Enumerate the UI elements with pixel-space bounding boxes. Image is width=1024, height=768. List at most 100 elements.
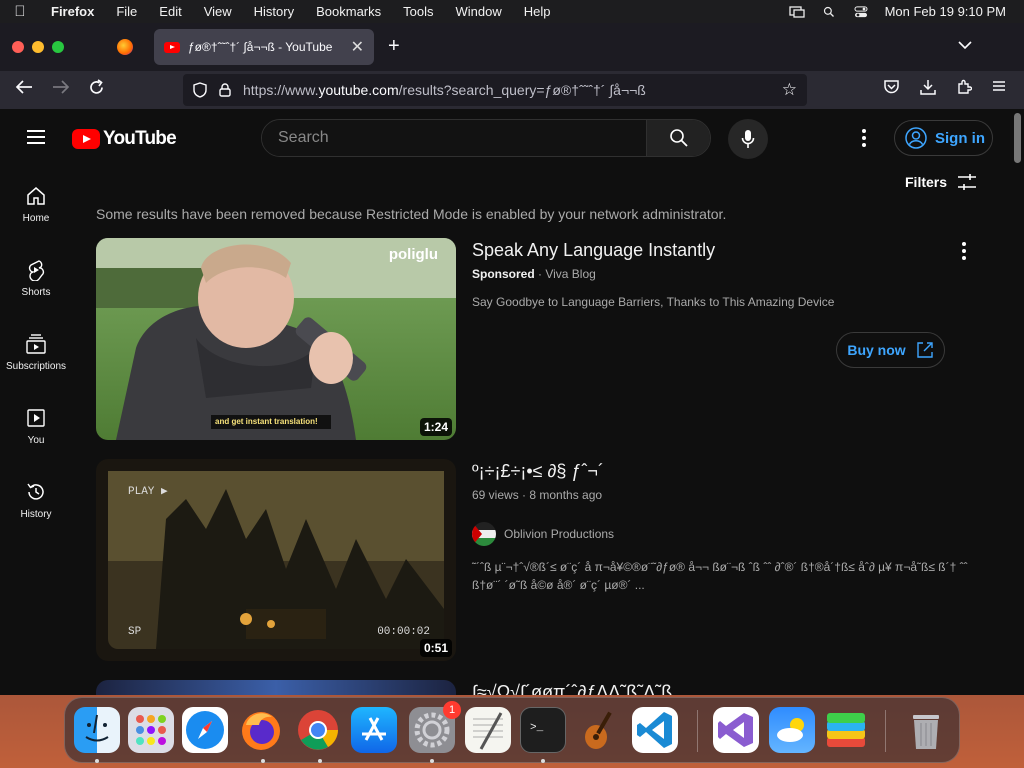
youtube-header: YouTube Sign in (0, 109, 1024, 167)
restricted-mode-notice: Some results have been removed because R… (96, 206, 727, 222)
bluestacks-icon[interactable] (823, 707, 869, 753)
system-settings-icon[interactable]: 1 (409, 701, 461, 753)
sidebar-item-subscriptions[interactable]: Subscriptions (0, 315, 72, 389)
sign-in-button[interactable]: Sign in (894, 120, 993, 156)
settings-more-icon[interactable] (862, 129, 868, 150)
firefox-icon[interactable] (238, 707, 284, 753)
chrome-icon[interactable] (295, 707, 341, 753)
sidebar-item-you[interactable]: You (0, 389, 72, 463)
result-meta: Speak Any Language Instantly Sponsored ·… (472, 238, 972, 311)
forward-icon[interactable] (52, 79, 70, 100)
sidebar-item-history[interactable]: History (0, 463, 72, 537)
address-bar[interactable]: https://www.youtube.com/results?search_q… (183, 74, 807, 106)
textedit-icon[interactable] (465, 707, 511, 753)
downloads-icon[interactable] (920, 79, 936, 100)
new-tab-icon[interactable]: + (388, 35, 400, 58)
safari-icon[interactable] (182, 707, 228, 753)
youtube-favicon-icon (164, 41, 180, 53)
list-all-tabs-icon[interactable] (958, 37, 972, 53)
app-menu-icon[interactable] (992, 79, 1006, 97)
menu-view[interactable]: View (193, 4, 243, 19)
sign-in-label: Sign in (935, 129, 985, 147)
screen-mirroring-icon[interactable] (788, 5, 805, 18)
menu-edit[interactable]: Edit (148, 4, 192, 19)
sidebar-label: Subscriptions (5, 360, 67, 372)
thumbnail-brand-text: poliglu (388, 246, 438, 263)
channel-name[interactable]: Viva Blog (545, 267, 595, 281)
zoom-window-button[interactable] (52, 41, 64, 53)
menu-tools[interactable]: Tools (392, 4, 444, 19)
home-icon (27, 186, 45, 205)
sidebar-label: History (20, 508, 52, 520)
menu-bookmarks[interactable]: Bookmarks (305, 4, 392, 19)
minimize-window-button[interactable] (32, 41, 44, 53)
menu-help[interactable]: Help (513, 4, 562, 19)
bookmark-star-icon[interactable]: ☆ (782, 80, 797, 100)
mini-guide: Home Shorts Subscriptions You History (0, 167, 72, 537)
video-thumbnail[interactable]: PLAY ▶ SP 00:00:02 0:51 (96, 459, 456, 661)
account-icon (905, 127, 927, 149)
visual-studio-icon[interactable] (713, 707, 759, 753)
video-duration: 1:24 (419, 418, 452, 436)
buy-now-button[interactable]: Buy now (836, 332, 945, 368)
menu-history[interactable]: History (243, 4, 305, 19)
result-meta: ∫≈√Ω√∫´øøπ´ˆ∂ƒΛΛ˜ß˜Λ˜ß (472, 680, 972, 695)
video-thumbnail[interactable]: poliglu and get instant translation! 1:2… (96, 238, 456, 440)
search-button[interactable] (646, 120, 710, 156)
vhs-play-text: PLAY ▶ (128, 486, 168, 498)
control-center-icon[interactable] (853, 5, 869, 18)
channel-row[interactable]: Oblivion Productions (472, 522, 972, 546)
garageband-icon[interactable] (576, 707, 622, 753)
voice-search-button[interactable] (728, 119, 768, 159)
vscode-icon[interactable] (632, 707, 678, 753)
search-box (261, 119, 711, 157)
macos-dock: 1 >_ (64, 697, 960, 763)
url-text[interactable]: https://www.youtube.com/results?search_q… (243, 82, 646, 98)
ad-action-menu-icon[interactable] (962, 242, 968, 263)
tab-youtube[interactable]: ƒø®†ˆ˜ˆ†´ ∫å¬¬ß - YouTube ✕ (154, 29, 374, 65)
menu-file[interactable]: File (105, 4, 148, 19)
search-result-ad: poliglu and get instant translation! 1:2… (96, 238, 976, 440)
youtube-logo[interactable]: YouTube (72, 128, 177, 150)
sidebar-label: You (27, 434, 45, 446)
firefox-pinned-tab-icon[interactable] (117, 39, 133, 55)
tracking-protection-shield-icon[interactable] (193, 82, 207, 98)
menu-window[interactable]: Window (445, 4, 513, 19)
app-store-icon[interactable] (351, 707, 397, 753)
vhs-timecode: 00:00:02 (377, 626, 430, 638)
sidebar-label: Shorts (21, 286, 51, 298)
reload-icon[interactable] (88, 79, 105, 101)
filters-label: Filters (905, 174, 948, 190)
sidebar-item-shorts[interactable]: Shorts (0, 241, 72, 315)
result-meta: º¡÷¡£÷¡•≤ ∂§ ƒˆ¬´ 69 views · 8 months ag… (472, 459, 972, 594)
extensions-icon[interactable] (956, 79, 973, 100)
menubar-clock[interactable]: Mon Feb 19 9:10 PM (885, 4, 1006, 19)
sidebar-item-home[interactable]: Home (0, 167, 72, 241)
apple-menu-icon[interactable]:  (0, 3, 40, 20)
launchpad-icon[interactable] (128, 707, 174, 753)
terminal-icon[interactable]: >_ (520, 707, 566, 753)
channel-name[interactable]: Oblivion Productions (504, 527, 614, 541)
finder-icon[interactable] (74, 707, 120, 753)
youtube-page: YouTube Sign in Home (0, 109, 1024, 695)
thumbnail-caption: and get instant translation! (215, 417, 318, 426)
video-title[interactable]: º¡÷¡£÷¡•≤ ∂§ ƒˆ¬´ (472, 461, 972, 482)
trash-icon[interactable] (903, 707, 949, 753)
lock-icon[interactable] (219, 83, 231, 97)
search-input[interactable] (262, 120, 646, 156)
filters-button[interactable]: Filters (905, 173, 977, 191)
spotlight-search-icon[interactable] (821, 6, 837, 18)
channel-avatar[interactable] (472, 522, 496, 546)
guide-menu-icon[interactable] (27, 130, 45, 148)
you-icon (27, 408, 45, 427)
close-tab-icon[interactable]: ✕ (351, 37, 364, 57)
pocket-icon[interactable] (883, 79, 900, 100)
video-title[interactable]: Speak Any Language Instantly (472, 240, 972, 261)
video-title[interactable]: ∫≈√Ω√∫´øøπ´ˆ∂ƒΛΛ˜ß˜Λ˜ß (472, 682, 972, 695)
video-thumbnail[interactable] (96, 680, 456, 695)
subscriptions-icon (26, 333, 46, 354)
back-icon[interactable] (15, 79, 33, 100)
close-window-button[interactable] (12, 41, 24, 53)
weather-icon[interactable] (769, 707, 815, 753)
menu-app-name[interactable]: Firefox (40, 4, 105, 19)
